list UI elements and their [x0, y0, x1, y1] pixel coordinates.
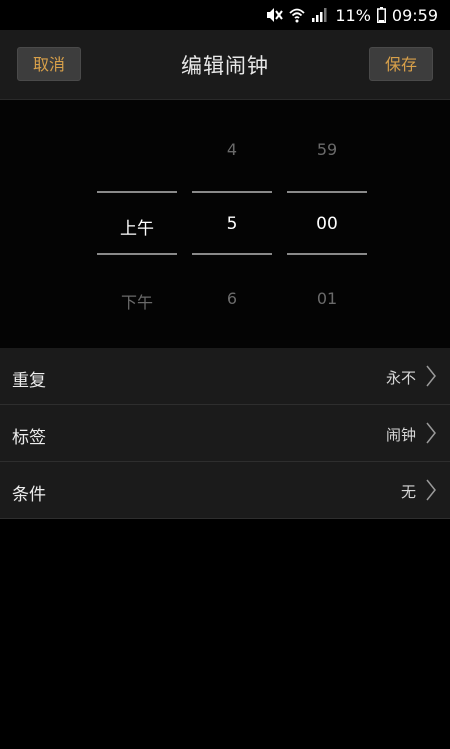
- status-bar: 11% 09:59: [0, 0, 450, 30]
- save-button[interactable]: 保存: [369, 47, 433, 81]
- minute-wheel[interactable]: 59 00 01: [287, 100, 367, 348]
- settings-row-value: 无: [400, 483, 416, 501]
- minute-current: 00: [316, 214, 338, 234]
- settings-row-label: 重复: [12, 371, 46, 391]
- settings-row-condition[interactable]: 条件 无: [0, 462, 450, 519]
- header-bar: 取消 编辑闹钟 保存: [0, 30, 450, 100]
- clock-time: 09:59: [391, 5, 438, 25]
- time-picker: 上午 下午 4 5 6 59 00 01: [0, 100, 450, 348]
- hour-prev: 4: [226, 140, 238, 159]
- selection-line-top: [287, 191, 367, 193]
- ampm-current: 上午: [120, 219, 154, 239]
- mute-icon: [265, 7, 284, 23]
- selection-line-bottom: [192, 253, 272, 255]
- hour-wheel[interactable]: 4 5 6: [192, 100, 272, 348]
- empty-background: [0, 522, 450, 749]
- settings-row-value: 闹钟: [385, 426, 416, 444]
- selection-line-bottom: [287, 253, 367, 255]
- settings-row-label: 标签: [12, 428, 46, 448]
- ampm-wheel[interactable]: 上午 下午: [97, 100, 177, 348]
- settings-row-repeat[interactable]: 重复 永不: [0, 348, 450, 405]
- selection-line-bottom: [97, 253, 177, 255]
- settings-list: 重复 永不 标签 闹钟 条件 无: [0, 348, 450, 519]
- settings-row-label-tag[interactable]: 标签 闹钟: [0, 405, 450, 462]
- ampm-next: 下午: [120, 293, 153, 312]
- battery-icon: [376, 7, 386, 23]
- hour-next: 6: [226, 289, 238, 308]
- settings-row-label: 条件: [12, 485, 46, 505]
- battery-percent: 11%: [335, 5, 371, 25]
- chevron-right-icon: [426, 365, 436, 391]
- selection-line-top: [192, 191, 272, 193]
- chevron-right-icon: [426, 479, 436, 505]
- wifi-icon: [289, 7, 305, 23]
- minute-next: 01: [316, 289, 338, 308]
- minute-prev: 59: [316, 140, 338, 159]
- selection-line-top: [97, 191, 177, 193]
- settings-row-value: 永不: [385, 369, 416, 387]
- chevron-right-icon: [426, 422, 436, 448]
- signal-icon: [311, 7, 327, 23]
- hour-current: 5: [226, 214, 238, 234]
